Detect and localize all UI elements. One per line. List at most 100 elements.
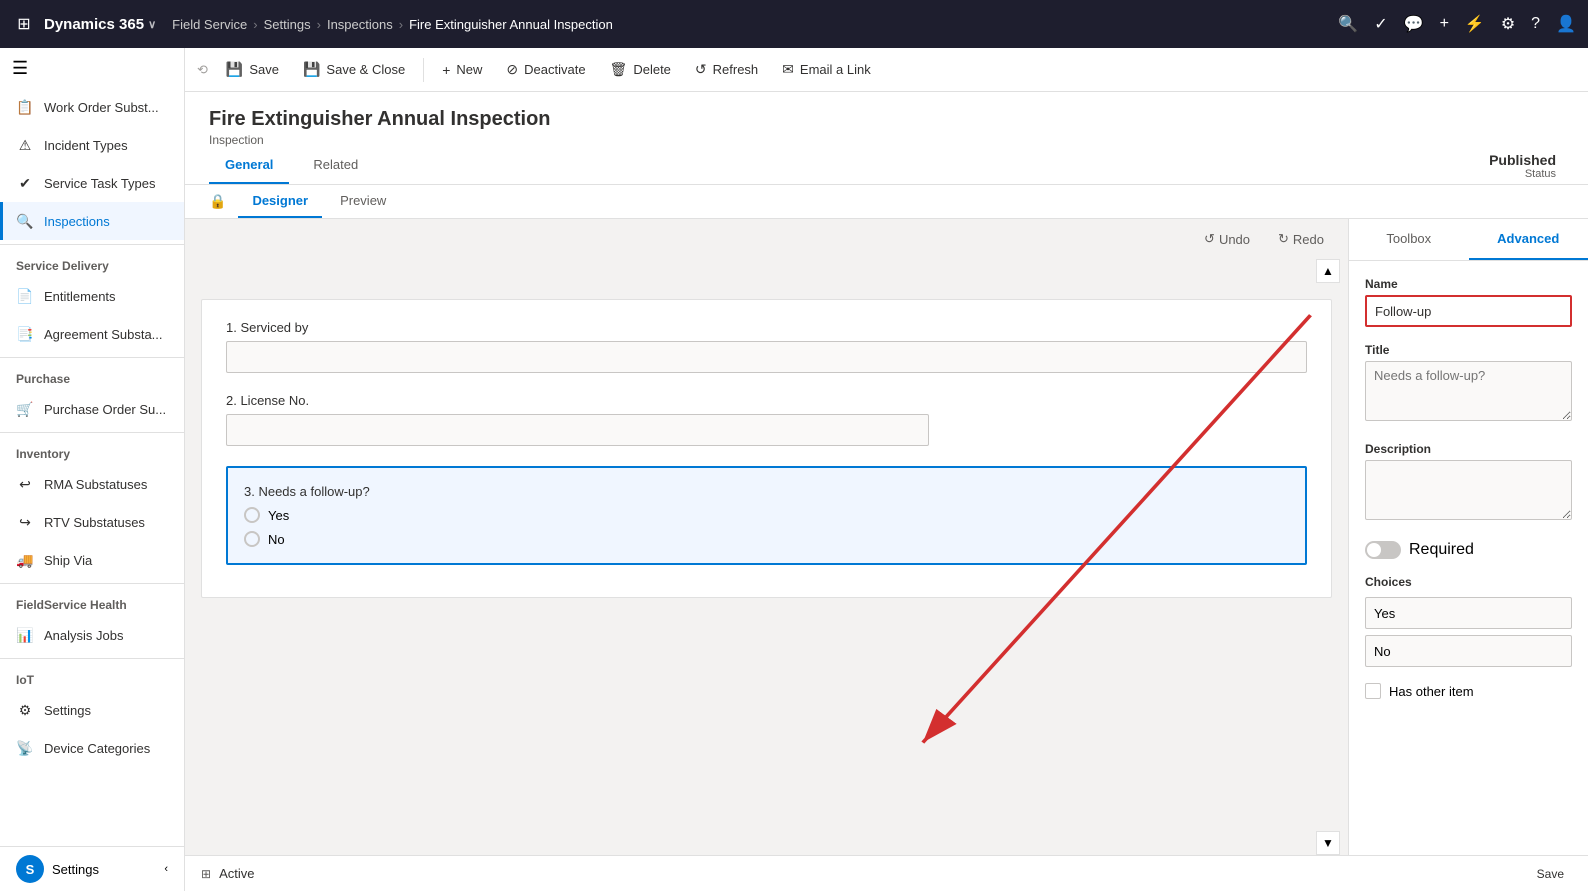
sub-tab-designer[interactable]: Designer bbox=[238, 185, 322, 218]
lock-icon: 🔒 bbox=[209, 193, 226, 210]
delete-label: Delete bbox=[633, 62, 671, 77]
refresh-label: Refresh bbox=[713, 62, 759, 77]
choice-item-no[interactable]: No bbox=[1365, 635, 1572, 667]
status-bar-save-button[interactable]: Save bbox=[1529, 865, 1572, 883]
has-other-checkbox[interactable] bbox=[1365, 683, 1381, 699]
iot-settings-icon: ⚙ bbox=[16, 701, 34, 719]
sidebar-item-agreement-subst[interactable]: 📑 Agreement Substa... bbox=[0, 315, 184, 353]
save-button[interactable]: 💾 Save bbox=[216, 55, 289, 84]
radio-item-yes[interactable]: Yes bbox=[244, 507, 1289, 523]
canvas-scroll[interactable]: ▲ 1. Serviced by 2. License No. 3. Ne bbox=[185, 259, 1348, 855]
app-chevron-icon: ∨ bbox=[148, 18, 156, 31]
help-nav-icon[interactable]: 💬 bbox=[1404, 14, 1424, 34]
sidebar-toggle[interactable]: ☰ bbox=[0, 48, 184, 88]
tab-general[interactable]: General bbox=[209, 147, 289, 184]
save-close-button[interactable]: 💾 Save & Close bbox=[293, 55, 415, 84]
waffle-icon[interactable]: ⊞ bbox=[12, 12, 36, 36]
settings-nav-icon[interactable]: ⚙ bbox=[1501, 14, 1515, 34]
panel-description-input[interactable] bbox=[1365, 460, 1572, 520]
status-badge: Published Status bbox=[1489, 152, 1556, 180]
scroll-down-button[interactable]: ▼ bbox=[1316, 831, 1340, 855]
sidebar-label-rma: RMA Substatuses bbox=[44, 477, 147, 492]
sidebar-item-entitlements[interactable]: 📄 Entitlements bbox=[0, 277, 184, 315]
new-label: New bbox=[456, 62, 482, 77]
radio-item-no[interactable]: No bbox=[244, 531, 1289, 547]
new-button[interactable]: + New bbox=[432, 56, 492, 84]
panel-content: Name Title Description bbox=[1349, 261, 1588, 715]
rma-icon: ↩ bbox=[16, 475, 34, 493]
required-toggle[interactable] bbox=[1365, 541, 1401, 559]
choice-item-yes[interactable]: Yes bbox=[1365, 597, 1572, 629]
email-link-label: Email a Link bbox=[800, 62, 871, 77]
history-icon[interactable]: ⟲ bbox=[193, 58, 212, 82]
panel-tab-toolbox[interactable]: Toolbox bbox=[1349, 219, 1469, 260]
field2-input[interactable] bbox=[226, 414, 929, 446]
save-close-label: Save & Close bbox=[326, 62, 405, 77]
breadcrumb-module[interactable]: Field Service bbox=[172, 17, 247, 32]
sidebar-label-analysis: Analysis Jobs bbox=[44, 628, 123, 643]
redo-label: Redo bbox=[1293, 232, 1324, 247]
sidebar-label-work-order: Work Order Subst... bbox=[44, 100, 159, 115]
status-bar: ⊞ Active Save bbox=[185, 855, 1588, 891]
undo-button[interactable]: ↺ Undo bbox=[1196, 227, 1258, 251]
undo-label: Undo bbox=[1219, 232, 1250, 247]
panel-title-input[interactable] bbox=[1365, 361, 1572, 421]
sidebar-item-rma[interactable]: ↩ RMA Substatuses bbox=[0, 465, 184, 503]
breadcrumb-sep2: › bbox=[317, 17, 321, 32]
breadcrumb-inspections[interactable]: Inspections bbox=[327, 17, 393, 32]
status-bar-right: Save bbox=[1529, 865, 1572, 883]
panel-name-input[interactable] bbox=[1365, 295, 1572, 327]
sidebar-item-iot-settings[interactable]: ⚙ Settings bbox=[0, 691, 184, 729]
panel-field-choices: Choices Yes No bbox=[1365, 575, 1572, 667]
search-nav-icon[interactable]: 🔍 bbox=[1338, 14, 1358, 34]
scroll-up-button[interactable]: ▲ bbox=[1316, 259, 1340, 283]
panel-name-label: Name bbox=[1365, 277, 1572, 291]
save-close-icon: 💾 bbox=[303, 61, 320, 78]
sidebar-section-fieldservice: FieldService Health bbox=[0, 588, 184, 616]
sidebar-item-incident-types[interactable]: ⚠ Incident Types bbox=[0, 126, 184, 164]
tab-related[interactable]: Related bbox=[297, 147, 374, 184]
tasks-nav-icon[interactable]: ✓ bbox=[1374, 14, 1387, 34]
sidebar-footer[interactable]: S Settings ‹ bbox=[0, 846, 184, 891]
top-nav: ⊞ Dynamics 365 ∨ Field Service › Setting… bbox=[0, 0, 1588, 48]
refresh-button[interactable]: ↺ Refresh bbox=[685, 55, 768, 84]
app-name[interactable]: Dynamics 365 ∨ bbox=[44, 16, 156, 33]
redo-button[interactable]: ↻ Redo bbox=[1270, 227, 1332, 251]
status-active: Active bbox=[219, 866, 254, 881]
sidebar-item-purchase-order[interactable]: 🛒 Purchase Order Su... bbox=[0, 390, 184, 428]
deactivate-button[interactable]: ⊘ Deactivate bbox=[496, 55, 595, 84]
main-tab-bar: General Related bbox=[185, 147, 1588, 185]
work-order-icon: 📋 bbox=[16, 98, 34, 116]
sidebar-item-rtv[interactable]: ↪ RTV Substatuses bbox=[0, 503, 184, 541]
radio-yes-label: Yes bbox=[268, 508, 289, 523]
user-nav-icon[interactable]: 👤 bbox=[1556, 14, 1576, 34]
filter-nav-icon[interactable]: ⚡ bbox=[1465, 14, 1485, 34]
breadcrumb-settings[interactable]: Settings bbox=[264, 17, 311, 32]
purchase-icon: 🛒 bbox=[16, 400, 34, 418]
hamburger-icon: ☰ bbox=[12, 58, 28, 79]
user-avatar: S bbox=[16, 855, 44, 883]
required-label: Required bbox=[1409, 541, 1474, 559]
email-link-button[interactable]: ✉ Email a Link bbox=[772, 55, 881, 84]
undo-icon: ↺ bbox=[1204, 231, 1215, 247]
required-row: Required bbox=[1365, 541, 1572, 559]
panel-tabs: Toolbox Advanced bbox=[1349, 219, 1588, 261]
sidebar-item-ship-via[interactable]: 🚚 Ship Via bbox=[0, 541, 184, 579]
sidebar-item-analysis-jobs[interactable]: 📊 Analysis Jobs bbox=[0, 616, 184, 654]
sidebar-item-inspections[interactable]: 🔍 Inspections bbox=[0, 202, 184, 240]
radio-no-label: No bbox=[268, 532, 285, 547]
right-panel: Toolbox Advanced Name Title bbox=[1348, 219, 1588, 855]
form-field-3[interactable]: 3. Needs a follow-up? Yes No bbox=[226, 466, 1307, 565]
sidebar-item-device-categories[interactable]: 📡 Device Categories bbox=[0, 729, 184, 767]
sub-tab-preview[interactable]: Preview bbox=[326, 185, 400, 218]
delete-button[interactable]: 🗑 Delete bbox=[600, 55, 681, 84]
sidebar-divider4 bbox=[0, 583, 184, 584]
question-nav-icon[interactable]: ? bbox=[1531, 15, 1540, 33]
main-layout: ☰ 📋 Work Order Subst... ⚠ Incident Types… bbox=[0, 48, 1588, 891]
sidebar-item-service-task-types[interactable]: ✔ Service Task Types bbox=[0, 164, 184, 202]
sidebar-item-work-order[interactable]: 📋 Work Order Subst... bbox=[0, 88, 184, 126]
command-bar: ⟲ 💾 Save 💾 Save & Close + New ⊘ Deactiva… bbox=[185, 48, 1588, 92]
new-nav-icon[interactable]: + bbox=[1440, 15, 1449, 33]
panel-tab-advanced[interactable]: Advanced bbox=[1469, 219, 1588, 260]
field1-input[interactable] bbox=[226, 341, 1307, 373]
